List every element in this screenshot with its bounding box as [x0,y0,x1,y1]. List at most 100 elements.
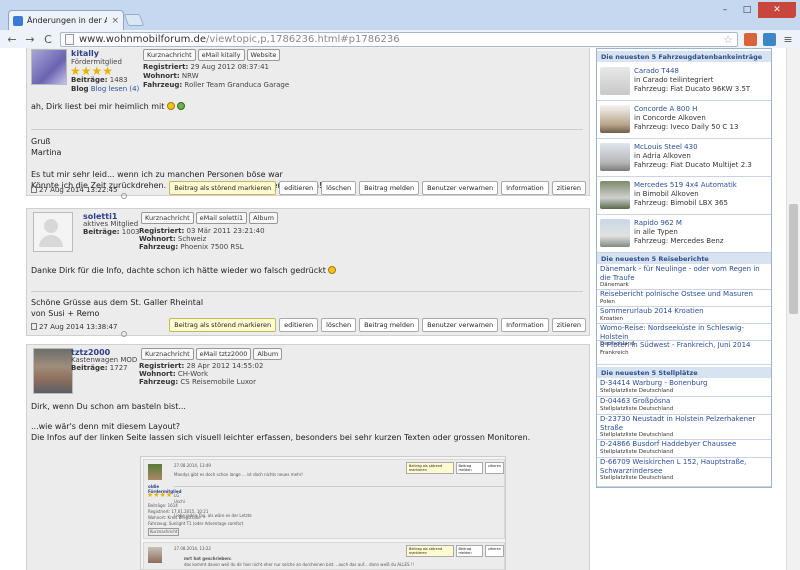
bookmark-star-icon[interactable]: ☆ [723,33,733,46]
vehicle-name-link[interactable]: McLouis Steel 430 [634,143,698,151]
travel-header: Die neuesten 5 Reiseberichte [597,253,771,264]
address-bar[interactable]: www.wohnmobilforum.de/viewtopic,p,178623… [60,31,738,47]
email-button[interactable]: eMail soletti1 [195,212,248,224]
album-button[interactable]: Album [253,348,283,360]
new-tab-button[interactable] [123,14,145,26]
vehicle-entry[interactable]: Concorde A 800 H in Concorde Alkoven Fah… [597,101,771,139]
minimize-button[interactable]: – [714,2,736,18]
blog-link[interactable]: Blog Blog lesen (4) [71,85,139,94]
travel-country: Frankreich [600,349,629,356]
travel-link[interactable]: Dänemark - für Neulinge - oder vom Regen… [600,265,768,282]
stellplatz-entry[interactable]: D-66709 Weiskirchen L 152, Hauptstraße, … [597,458,771,487]
info-button[interactable]: Information [501,318,549,332]
location-info: Wohnort: NRW [143,72,199,80]
post-date: 27 Aug 2014 13:22:45 [31,186,118,194]
mini-actions: Beitrag als störend markieren Beitrag me… [406,462,504,474]
close-tab-icon[interactable]: × [111,16,119,26]
pm-button[interactable]: Kurznachricht [141,212,194,224]
post-radio[interactable] [121,193,127,199]
mini-text: Mandys gibt es doch schon lange ... ist … [174,472,303,477]
email-button[interactable]: eMail kitally [197,49,245,61]
stellplatz-link[interactable]: D-34414 Warburg - Bonenburg [600,379,768,388]
mini-pm-button: Kurznachricht [148,528,180,536]
travel-link[interactable]: Womo-Reise: Nordseeküste in Schleswig-Ho… [600,324,768,341]
warn-user-button[interactable]: Benutzer verwarnen [422,318,499,332]
album-button[interactable]: Album [249,212,278,224]
vehicle-name-link[interactable]: Mercedes 519 4x4 Automatik [634,181,737,189]
post-text: Danke Dirk für die Info, dachte schon ic… [31,265,337,276]
vehicle-name-link[interactable]: Concorde A 800 H [634,105,697,113]
vehicle-entry[interactable]: McLouis Steel 430 in Adria Alkoven Fahrz… [597,139,771,177]
mini-signature: Liebe jeden Tag, als wäre es der Letzte [174,513,252,518]
travel-link[interactable]: Sommerurlaub 2014 Kroatien [600,307,768,316]
travel-entry[interactable]: Sommerurlaub 2014 Kroatien Kroatien [597,307,771,324]
travel-country: Polen [600,298,615,305]
pm-button[interactable]: Kurznachricht [141,348,194,360]
mark-disturbing-button[interactable]: Beitrag als störend markieren [169,181,277,195]
user-rank: Kastenwagen MOD [71,356,138,364]
mini-mark-button: Beitrag als störend markieren [406,545,454,557]
travel-entry[interactable]: Womo-Reise: Nordseeküste in Schleswig-Ho… [597,324,771,347]
vehicle-chassis: Fahrzeug: Fiat Ducato Multijet 2.3 [634,161,752,169]
travel-entry[interactable]: Reisebericht polnische Ostsee und Masure… [597,290,771,307]
close-window-button[interactable]: ✕ [758,2,796,18]
stellplatz-link[interactable]: D-66709 Weiskirchen L 152, Hauptstraße, … [600,458,768,475]
quote-button[interactable]: zitieren [551,181,586,195]
menu-icon[interactable]: ≡ [782,33,794,46]
delete-button[interactable]: löschen [321,318,357,332]
stellplatz-entry[interactable]: D-24866 Busdorf Haddebyer Chaussee Stellp… [597,440,771,458]
edit-button[interactable]: editieren [279,181,319,195]
registered-info: Registriert: 29 Aug 2012 08:37:41 [143,63,270,71]
vehicle-entry[interactable]: Mercedes 519 4x4 Automatik in Bimobil Al… [597,177,771,215]
user-post-count: Beiträge: 1727 [71,364,128,372]
page-content: kitally Fördermitglied ★★★★ Beiträge: 14… [0,48,786,570]
website-button[interactable]: Website [246,49,281,61]
vehicle-name-link[interactable]: Rapido 962 M [634,219,682,227]
avatar [33,212,73,252]
page-icon [65,33,74,45]
mark-disturbing-button[interactable]: Beitrag als störend markieren [169,318,277,332]
mini-actions: Beitrag als störend markieren Beitrag me… [406,545,504,557]
stellplatz-list: Stellplatzliste Deutschland [600,448,674,455]
reload-icon[interactable]: C [42,33,54,46]
post-radio[interactable] [121,331,127,337]
vehicle-name-link[interactable]: Carado T448 [634,67,679,75]
favicon-icon [13,15,23,26]
stellplatz-link[interactable]: D-23730 Neustadt in Holstein Pelzerhaken… [600,415,768,432]
stellplatz-entry[interactable]: D-04463 Großpösna Stellplatzliste Deutsch… [597,397,771,415]
pm-button[interactable]: Kurznachricht [143,49,196,61]
avatar [31,49,67,85]
info-button[interactable]: Information [501,181,549,195]
stellplatz-entry[interactable]: D-23730 Neustadt in Holstein Pelzerhaken… [597,415,771,440]
extension-icon[interactable] [763,32,776,46]
post: soletti1 aktives Mitglied Beiträge: 1003… [26,208,590,337]
travel-link[interactable]: Reisebericht polnische Ostsee und Masure… [600,290,768,299]
report-button[interactable]: Beitrag melden [359,181,420,195]
vertical-scrollbar[interactable] [786,48,800,570]
stellplatz-link[interactable]: D-04463 Großpösna [600,397,768,406]
vehicle-entry[interactable]: Rapido 962 M in alle Typen Fahrzeug: Mer… [597,215,771,253]
edit-button[interactable]: editieren [279,318,319,332]
travel-link[interactable]: 8 Pfoten in Südwest - Frankreich, Juni 2… [600,341,768,350]
warn-user-button[interactable]: Benutzer verwarnen [422,181,499,195]
vehicle-photo [600,143,630,171]
forward-icon[interactable]: → [24,33,36,46]
maximize-button[interactable]: □ [736,2,758,18]
stellplatz-entry[interactable]: D-34414 Warburg - Bonenburg Stellplatzlis… [597,379,771,397]
report-button[interactable]: Beitrag melden [359,318,420,332]
travel-country: Kroatien [600,315,624,322]
travel-entry[interactable]: Dänemark - für Neulinge - oder vom Regen… [597,265,771,290]
extension-icon[interactable] [744,32,757,46]
scrollbar-thumb[interactable] [789,204,798,314]
back-icon[interactable]: ← [6,33,18,46]
quote-button[interactable]: zitieren [551,318,586,332]
username-link[interactable]: kitally [71,49,99,58]
delete-button[interactable]: löschen [321,181,357,195]
browser-chrome: Änderungen in der Ansich × – □ ✕ ← → C w… [0,0,800,48]
travel-entry[interactable]: 8 Pfoten in Südwest - Frankreich, Juni 2… [597,341,771,365]
email-button[interactable]: eMail tztz2000 [195,348,252,360]
vehicle-entry[interactable]: Carado T448 in Carado teilintegriert Fah… [597,63,771,101]
mini-signature: LG Uschi [174,493,185,504]
browser-tab[interactable]: Änderungen in der Ansich × [8,10,124,30]
stellplatz-link[interactable]: D-24866 Busdorf Haddebyer Chaussee [600,440,768,449]
